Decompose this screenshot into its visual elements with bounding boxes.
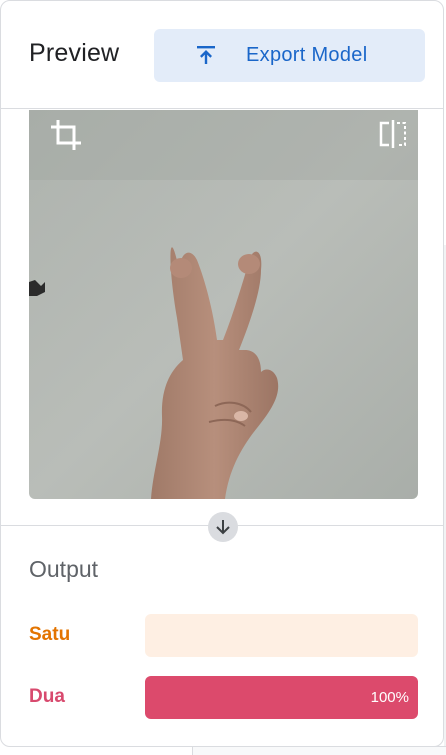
crop-icon[interactable]: [49, 118, 83, 152]
export-model-label: Export Model: [246, 44, 368, 66]
confidence-percent: 100%: [370, 689, 409, 706]
preview-panel: Preview Export Model Output Satu Dua 100…: [0, 0, 444, 747]
panel-edge-bottom: [192, 746, 446, 755]
upload-icon: [197, 46, 215, 64]
class-label: Satu: [29, 624, 71, 645]
arrow-down-icon: [216, 520, 230, 535]
webcam-preview: [29, 110, 418, 499]
flip-horizontal-icon[interactable]: [378, 119, 408, 149]
collapse-button[interactable]: [208, 512, 238, 542]
export-model-button[interactable]: Export Model: [154, 29, 425, 82]
output-title: Output: [29, 556, 99, 582]
webcam-image: [29, 110, 418, 499]
confidence-bar: 100%: [145, 676, 418, 719]
panel-title: Preview: [29, 39, 120, 67]
panel-header: Preview Export Model: [1, 1, 443, 109]
class-label: Dua: [29, 686, 65, 707]
confidence-bar: [145, 614, 418, 657]
